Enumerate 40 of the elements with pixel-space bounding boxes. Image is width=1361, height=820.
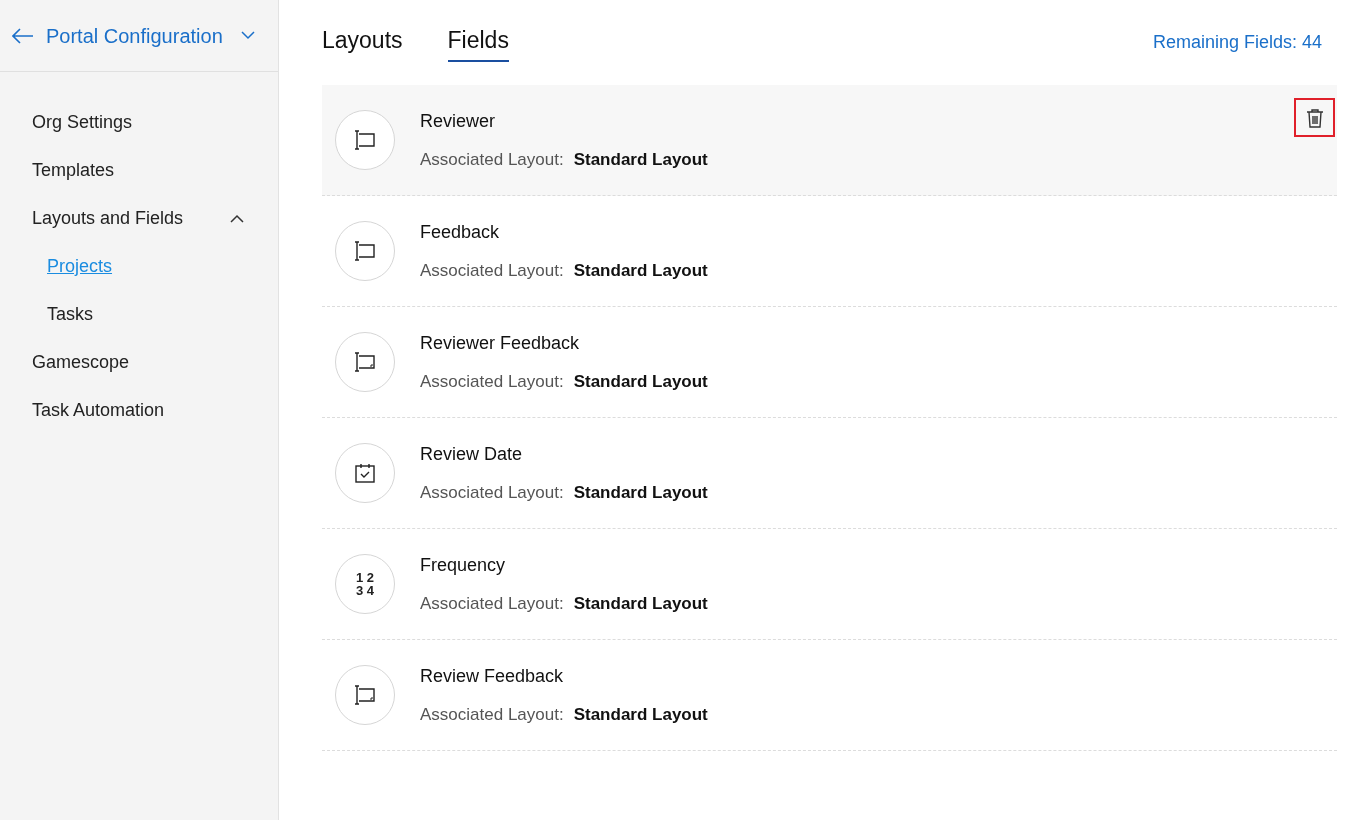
back-arrow-icon[interactable] [12, 27, 34, 44]
multi-line-text-icon [352, 350, 378, 374]
sidebar-item[interactable]: Gamescope [0, 338, 278, 386]
chevron-icon [230, 213, 244, 223]
layout-label: Associated Layout: [420, 259, 564, 282]
layout-label: Associated Layout: [420, 592, 564, 615]
layout-name: Standard Layout [573, 481, 708, 504]
delete-icon [1305, 107, 1324, 128]
delete-button[interactable] [1294, 98, 1335, 137]
field-name: Reviewer Feedback [420, 331, 581, 355]
layout-label: Associated Layout: [420, 370, 564, 393]
number-icon: 1 2 3 4 [355, 571, 375, 597]
chevron-down-icon[interactable] [240, 31, 255, 40]
sidebar-item[interactable]: Templates [0, 146, 278, 194]
text-field-icon [352, 239, 378, 263]
field-row[interactable]: Reviewer Associated Layout: Standard Layout [322, 85, 1337, 196]
layout-label: Associated Layout: [420, 148, 564, 171]
tab[interactable]: Layouts [322, 23, 403, 62]
sidebar-item[interactable]: Task Automation [0, 386, 278, 434]
multi-line-text-icon [352, 683, 378, 707]
sidebar-item[interactable]: Org Settings [0, 98, 278, 146]
tab[interactable]: Fields [447, 23, 509, 62]
field-name: Reviewer [420, 109, 497, 133]
layout-name: Standard Layout [573, 148, 708, 171]
layout-name: Standard Layout [573, 592, 708, 615]
text-field-icon [352, 128, 378, 152]
layout-name: Standard Layout [573, 370, 708, 393]
remaining-fields-count: Remaining Fields: 44 [1152, 31, 1322, 54]
sidebar-item[interactable]: Layouts and Fields [0, 194, 278, 242]
layout-name: Standard Layout [573, 259, 708, 282]
portal-title[interactable]: Portal Configuration [46, 20, 223, 51]
layout-label: Associated Layout: [420, 703, 564, 726]
field-name: Review Feedback [420, 664, 565, 688]
sidebar-item[interactable]: Tasks [0, 290, 278, 338]
field-name: Feedback [420, 220, 501, 244]
field-name: Review Date [420, 442, 524, 466]
layout-label: Associated Layout: [420, 481, 564, 504]
field-name: Frequency [420, 553, 507, 577]
calendar-check-icon [353, 461, 377, 485]
layout-name: Standard Layout [573, 703, 708, 726]
